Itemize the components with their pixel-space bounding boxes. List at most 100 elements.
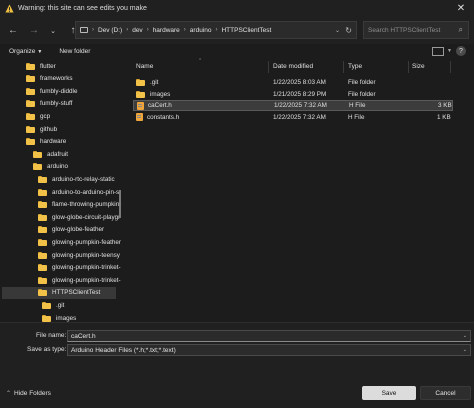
folder-icon: [26, 100, 35, 108]
nav-item[interactable]: gcp: [26, 110, 50, 122]
nav-item[interactable]: glowing-pumpkin-feather: [38, 236, 121, 248]
column-divider[interactable]: [408, 61, 409, 73]
nav-item[interactable]: .git: [42, 299, 64, 311]
nav-item[interactable]: arduino-to-arduino-pin-s: [38, 186, 119, 198]
nav-item-label: glow-globe-circuit-playgr: [52, 213, 121, 221]
nav-item-label: .git: [56, 301, 65, 309]
nav-item[interactable]: glow-globe-circuit-playgr: [38, 211, 120, 223]
folder-icon: [38, 213, 47, 221]
column-divider[interactable]: [450, 61, 451, 73]
address-bar: ← → ⌄ ↑ › Dev (D:) › dev › hardware › ar…: [0, 17, 474, 44]
forward-button[interactable]: →: [25, 22, 43, 40]
nav-item[interactable]: hardware: [26, 136, 66, 148]
nav-scrollbar[interactable]: [119, 190, 121, 218]
organize-label: Organize: [9, 47, 36, 55]
arrow-left-icon: ←: [8, 25, 18, 36]
save-button[interactable]: Save: [362, 386, 416, 400]
nav-item[interactable]: arduino-rtc-relay-static: [38, 173, 115, 185]
recent-locations-button[interactable]: ⌄: [44, 22, 62, 40]
file-name: images: [150, 90, 171, 98]
command-bar: Organize ▼ New folder ▼ ?: [0, 44, 474, 58]
file-row[interactable]: caCert.h 1/22/2025 7:32 AM H File 3 KB: [133, 100, 453, 111]
nav-item[interactable]: frameworks: [26, 73, 73, 85]
hide-folders-label: Hide Folders: [14, 390, 51, 397]
close-button[interactable]: ✕: [448, 0, 474, 17]
nav-item[interactable]: images: [42, 312, 76, 322]
nav-item[interactable]: arduino: [33, 161, 68, 173]
chevron-right-icon: ›: [146, 27, 149, 33]
column-header-size[interactable]: Size: [412, 58, 425, 74]
chevron-down-icon[interactable]: ⌄: [463, 347, 467, 353]
hide-folders-button[interactable]: ⌃ Hide Folders: [6, 390, 51, 397]
nav-item[interactable]: fumbly-diddle: [26, 85, 77, 97]
file-list[interactable]: ⌃ Name Date modified Type Size .git 1/22/…: [128, 58, 474, 322]
nav-item-label: adafruit: [47, 150, 69, 158]
breadcrumb-hardware[interactable]: hardware: [153, 27, 180, 34]
breadcrumb-arduino[interactable]: arduino: [190, 27, 212, 34]
column-header-name[interactable]: Name: [136, 58, 153, 74]
folder-icon: [42, 314, 51, 322]
nav-item[interactable]: github: [26, 123, 57, 135]
column-header-date[interactable]: Date modified: [273, 58, 313, 74]
search-input[interactable]: Search HTTPSClientTest ⌕: [363, 21, 469, 39]
chevron-down-icon: ⌄: [50, 27, 56, 35]
refresh-icon[interactable]: ↻: [345, 26, 352, 35]
folder-icon: [33, 163, 42, 171]
column-divider[interactable]: [268, 61, 269, 73]
chevron-down-icon[interactable]: ⌄: [463, 333, 467, 339]
folder-icon: [38, 226, 47, 234]
view-options-icon[interactable]: [432, 46, 444, 56]
nav-item-label: images: [56, 314, 77, 322]
sort-caret-icon: ⌃: [198, 58, 203, 64]
folder-icon: [136, 90, 145, 98]
window-title: Warning: this site can see edits you mak…: [18, 5, 147, 12]
nav-item[interactable]: glowing-pumpkin-trinket-: [38, 274, 121, 286]
help-icon[interactable]: ?: [456, 46, 466, 56]
search-placeholder: Search HTTPSClientTest: [368, 26, 441, 34]
nav-item[interactable]: adafruit: [33, 148, 68, 160]
save-as-type-select[interactable]: Arduino Header Files (*.h;*.txt;*.text) …: [67, 344, 471, 356]
caret-up-icon: ⌃: [6, 391, 12, 397]
folder-icon: [38, 276, 47, 284]
nav-item[interactable]: HTTPSClientTest: [2, 286, 116, 299]
nav-item[interactable]: glow-globe-feather: [38, 224, 104, 236]
column-divider[interactable]: [343, 61, 344, 73]
file-date: 1/22/2025 7:32 AM: [273, 113, 326, 121]
arrow-right-icon: →: [29, 25, 39, 36]
back-button[interactable]: ←: [4, 22, 22, 40]
chevron-right-icon: ›: [92, 27, 94, 33]
file-row[interactable]: constants.h 1/22/2025 7:32 AM H File 1 KB: [133, 112, 453, 123]
file-name-value: caCert.h: [71, 332, 96, 340]
nav-item-label: arduino-to-arduino-pin-s: [52, 188, 120, 196]
new-folder-button[interactable]: New folder: [59, 48, 90, 55]
organize-button[interactable]: Organize ▼: [9, 48, 42, 55]
navigation-pane[interactable]: flutter frameworks fumbly-diddle fumbly-stu…: [0, 58, 125, 322]
nav-item-label: arduino: [47, 163, 69, 171]
file-name-field[interactable]: caCert.h ⌄: [67, 330, 471, 342]
breadcrumb-drive[interactable]: Dev (D:): [98, 27, 122, 34]
column-header-type[interactable]: Type: [348, 58, 362, 74]
nav-item-label: flutter: [40, 62, 56, 70]
folder-icon: [26, 112, 35, 120]
nav-item[interactable]: flame-throwing-pumpkin-: [38, 199, 121, 211]
nav-item-label: hardware: [40, 138, 67, 146]
nav-item[interactable]: fumbly-stuff: [26, 98, 72, 110]
breadcrumb-current[interactable]: HTTPSClientTest: [221, 27, 271, 34]
caret-down-icon[interactable]: ▼: [447, 48, 452, 54]
nav-item[interactable]: glowing-pumpkin-trinket-: [38, 262, 121, 274]
file-row[interactable]: images 1/21/2025 8:29 PM File folder: [133, 89, 453, 100]
nav-item[interactable]: flutter: [26, 60, 56, 72]
folder-icon: [42, 301, 51, 309]
nav-item[interactable]: glowing-pumpkin-teensy: [38, 249, 120, 261]
nav-item-label: glow-globe-feather: [52, 226, 105, 234]
breadcrumb[interactable]: › Dev (D:) › dev › hardware › arduino › …: [75, 21, 357, 39]
file-row[interactable]: .git 1/22/2025 8:03 AM File folder: [133, 77, 453, 88]
cancel-button[interactable]: Cancel: [420, 386, 471, 400]
breadcrumb-dev[interactable]: dev: [132, 27, 142, 34]
nav-item-label: gcp: [40, 112, 51, 120]
folder-icon: [38, 175, 47, 183]
address-dropdown-icon[interactable]: ⌄: [335, 27, 340, 34]
chevron-right-icon: ›: [183, 27, 186, 33]
save-as-type-value: Arduino Header Files (*.h;*.txt;*.text): [71, 346, 176, 354]
folder-icon: [33, 150, 42, 158]
